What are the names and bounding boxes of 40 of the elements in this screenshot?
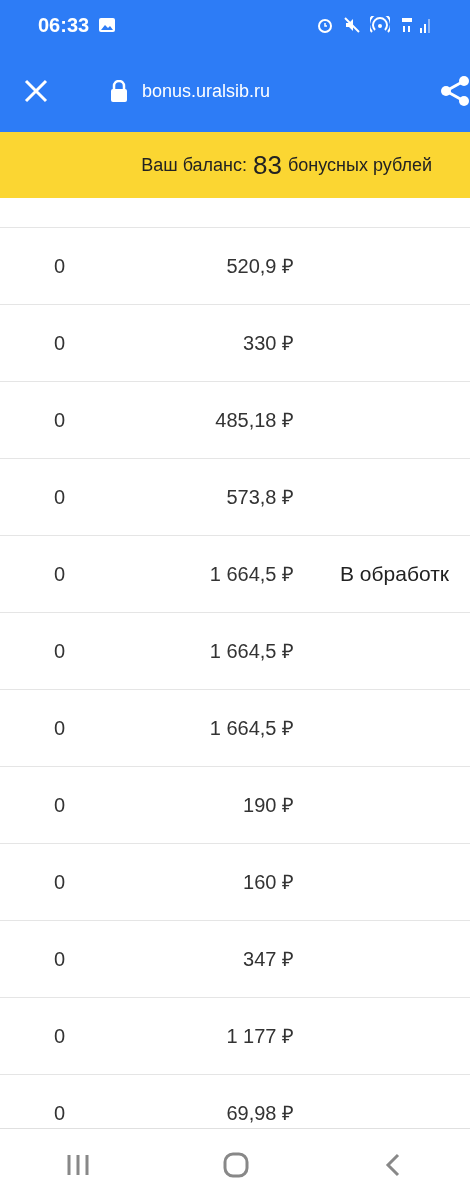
table-cell-text: 0: [53, 485, 67, 510]
table-cell-text: 0: [53, 793, 67, 818]
table-cell-text: 1 664,5 ₽: [208, 562, 294, 587]
table-cell-text: 0: [53, 408, 67, 433]
signal-icon: [400, 16, 432, 34]
table-cell-text: 347 ₽: [242, 947, 294, 972]
table-cell-text: 0: [53, 639, 67, 664]
home-icon[interactable]: [223, 1151, 249, 1178]
alarm-icon: [316, 16, 334, 34]
balance-value: 83: [253, 148, 282, 182]
table-cell-text: 1 177 ₽: [225, 1024, 294, 1049]
url-text: bonus.uralsib.ru: [142, 79, 271, 103]
table-cell-text: 1 664,5 ₽: [208, 639, 294, 664]
balance-unit: бонусных рублей: [287, 153, 432, 177]
share-icon[interactable]: [438, 75, 470, 107]
table-cell-text: 0: [53, 331, 67, 356]
table-cell-text: 0: [53, 254, 67, 279]
balance-label: Ваш баланс:: [141, 153, 248, 177]
table-cell-text: 520,9 ₽: [225, 254, 294, 279]
lock-icon: [110, 80, 128, 102]
table-cell-text: 573,8 ₽: [225, 485, 294, 510]
clock: 06:33: [38, 13, 90, 38]
table-cell-text: 0: [53, 562, 67, 587]
table-cell-text: 69,98 ₽: [225, 1101, 294, 1126]
table-cell-text: 190 ₽: [242, 793, 294, 818]
table-cell-text: 160 ₽: [242, 870, 294, 895]
table-cell-text: 0: [53, 947, 67, 972]
close-icon[interactable]: [24, 79, 48, 103]
table-cell-text: 0: [53, 1024, 67, 1049]
recent-apps-icon[interactable]: [66, 1153, 91, 1176]
mute-icon: [344, 17, 360, 33]
table-cell-text: 0: [53, 1101, 67, 1126]
table-cell-text: В обработк: [340, 561, 449, 588]
table-cell-text: 485,18 ₽: [214, 408, 294, 433]
table-cell-text: 330 ₽: [242, 331, 294, 356]
table-cell-text: 0: [53, 870, 67, 895]
table-cell-text: 1 664,5 ₽: [208, 716, 294, 741]
table-cell-text: 0: [53, 716, 67, 741]
image-icon: [99, 18, 116, 32]
hotspot-icon: [370, 16, 390, 34]
